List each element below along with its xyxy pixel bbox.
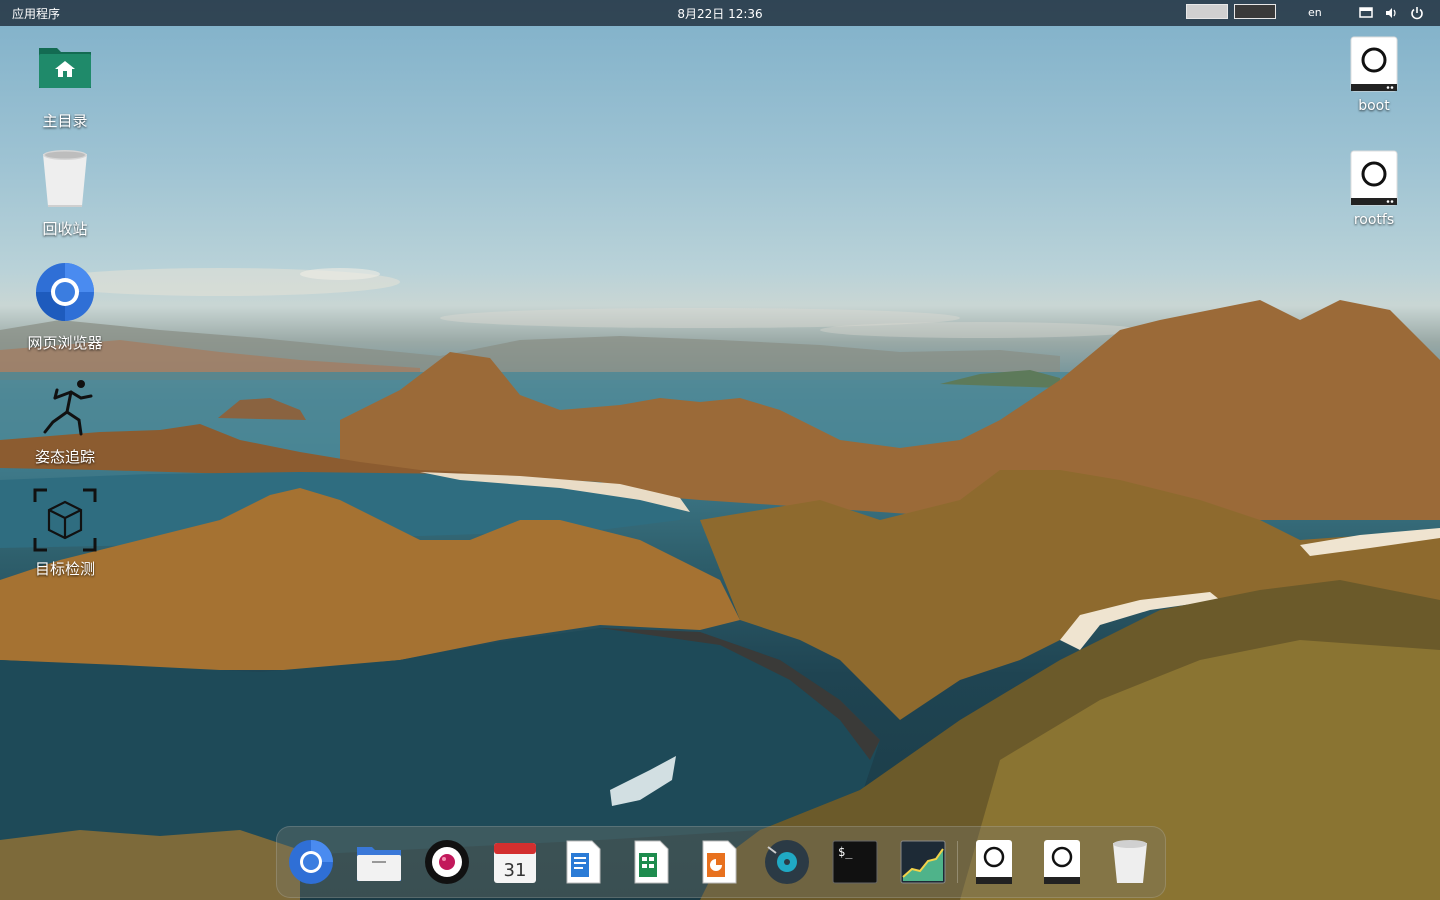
desktop-icon-label: boot	[1358, 98, 1390, 114]
desktop-icon-label: 回收站	[42, 220, 88, 238]
desktop-icon-label: 姿态追踪	[34, 448, 95, 466]
desktop-icon-label: 目标检测	[34, 560, 95, 578]
desktop-icon-label: 网页浏览器	[27, 334, 103, 352]
dock-chromium[interactable]	[286, 837, 336, 887]
writer-icon	[566, 840, 601, 884]
dock-impress[interactable]	[694, 837, 744, 887]
workspace-2-switcher[interactable]	[1234, 4, 1276, 19]
desktop: 应用程序 8月22日 12:36 en 主目录 回收站 网页浏览器 姿态追踪 目…	[0, 0, 1440, 900]
dock-calc[interactable]	[626, 837, 676, 887]
desktop-icon-rootfs-drive[interactable]: rootfs	[1324, 150, 1424, 228]
desktop-icon-boot-drive[interactable]: boot	[1324, 36, 1424, 114]
trash-icon	[1113, 840, 1147, 883]
dock-trash[interactable]	[1105, 837, 1155, 887]
dock-file-manager[interactable]	[354, 837, 404, 887]
dock: 31 $_	[276, 826, 1166, 898]
dock-separator	[957, 841, 958, 883]
drive-icon	[1350, 36, 1398, 92]
dock-system-monitor[interactable]	[898, 837, 948, 887]
dock-drive-rootfs[interactable]	[1037, 837, 1087, 887]
terminal-prompt: $_	[838, 845, 853, 859]
calendar-day: 31	[504, 860, 527, 881]
drive-icon	[1044, 840, 1080, 884]
trash-icon	[33, 148, 97, 212]
chromium-icon	[33, 262, 97, 326]
home-folder-icon	[33, 40, 97, 104]
system-monitor-icon	[900, 840, 946, 884]
impress-icon	[702, 840, 737, 884]
chromium-icon	[289, 840, 333, 884]
desktop-icon-home[interactable]: 主目录	[15, 40, 115, 131]
drive-icon	[976, 840, 1012, 884]
file-manager-icon	[357, 847, 401, 881]
object-detection-icon	[33, 488, 97, 552]
desktop-icon-object-detection[interactable]: 目标检测	[15, 488, 115, 579]
display-icon[interactable]	[1358, 5, 1374, 21]
power-icon[interactable]	[1409, 5, 1425, 21]
dock-writer[interactable]	[558, 837, 608, 887]
desktop-icon-browser[interactable]: 网页浏览器	[15, 262, 115, 353]
top-panel: 应用程序 8月22日 12:36 en	[0, 0, 1440, 26]
dock-music-player[interactable]	[762, 837, 812, 887]
desktop-icon-label: rootfs	[1353, 212, 1395, 228]
dock-calendar[interactable]: 31	[490, 837, 540, 887]
pose-tracking-icon	[33, 376, 97, 440]
dock-terminal[interactable]: $_	[830, 837, 880, 887]
terminal-icon: $_	[832, 840, 878, 884]
volume-icon[interactable]	[1383, 5, 1399, 21]
desktop-icon-trash[interactable]: 回收站	[15, 148, 115, 239]
applications-menu[interactable]: 应用程序	[12, 5, 60, 22]
keyboard-layout-indicator[interactable]: en	[1308, 6, 1322, 19]
desktop-icon-label: 主目录	[42, 112, 88, 130]
dock-drive-boot[interactable]	[969, 837, 1019, 887]
dock-camera-app[interactable]	[422, 837, 472, 887]
desktop-icon-pose-tracking[interactable]: 姿态追踪	[15, 376, 115, 467]
calendar-icon: 31	[494, 843, 536, 883]
wallpaper	[0, 268, 1440, 900]
raspberry-camera-icon	[425, 840, 469, 884]
drive-icon	[1350, 150, 1398, 206]
music-player-icon	[765, 840, 809, 884]
workspace-1-switcher[interactable]	[1186, 4, 1228, 19]
calc-icon	[634, 840, 669, 884]
